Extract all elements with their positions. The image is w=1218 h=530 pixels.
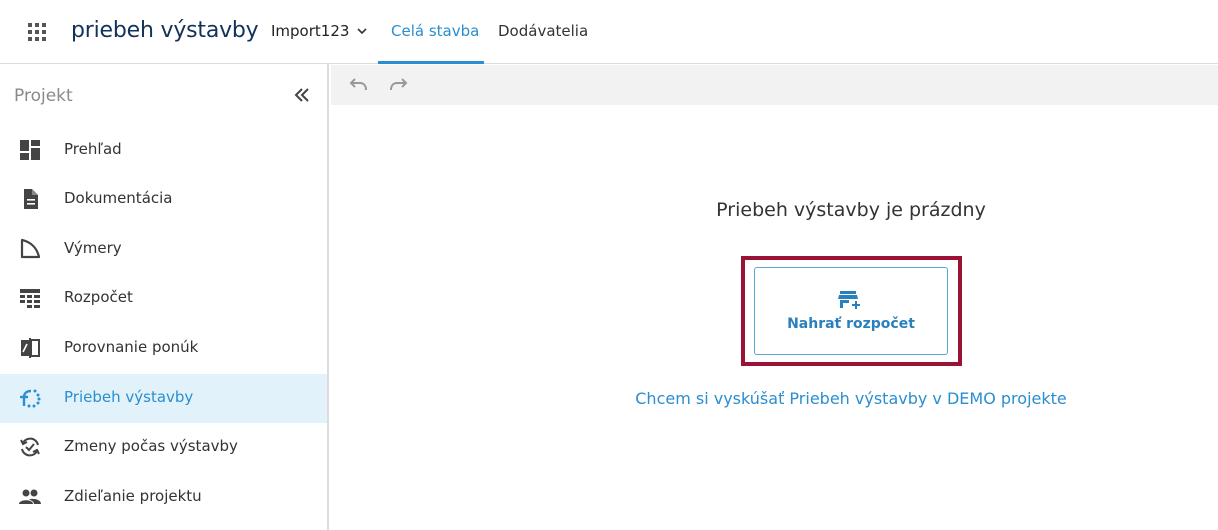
chevron-down-icon [357,27,367,34]
tab-cela-stavba[interactable]: Celá stavba [391,22,479,40]
document-icon [24,189,38,209]
sidebar-item-zdielanie[interactable]: Zdieľanie projektu [0,473,327,522]
collapse-sidebar-icon[interactable] [292,86,312,104]
progress-icon [20,389,41,408]
tab-dodavatelia[interactable]: Dodávatelia [498,22,588,40]
top-header: priebeh výstavby Import123 Celá stavba D… [0,0,1218,64]
measure-icon [20,238,41,259]
sidebar-item-zmeny[interactable]: Zmeny počas výstavby [0,423,327,472]
sidebar-item-label: Výmery [64,239,122,257]
sidebar-item-label: Porovnanie ponúk [64,338,199,356]
compare-icon [21,338,40,358]
upload-budget-label: Nahrať rozpočet [787,316,915,332]
project-select-value: Import123 [271,22,350,40]
active-tab-indicator [378,61,484,64]
apps-grid-icon[interactable] [28,23,46,41]
sidebar-item-prehlad[interactable]: Prehľad [0,126,327,175]
sidebar-item-rozpocet[interactable]: Rozpočet [0,274,327,323]
sidebar-item-label: Prehľad [64,140,122,158]
sidebar-item-priebeh-vystavby[interactable]: Priebeh výstavby [0,374,327,423]
dashboard-icon [20,140,40,160]
demo-project-link[interactable]: Chcem si vyskúšať Priebeh výstavby v DEM… [331,389,1218,408]
sidebar-title: Projekt [14,86,73,106]
sidebar-item-label: Dokumentácia [64,189,173,207]
sidebar-item-label: Zmeny počas výstavby [64,437,238,455]
sidebar-item-porovnanie-ponuk[interactable]: Porovnanie ponúk [0,324,327,373]
undo-icon[interactable] [347,77,369,95]
people-icon [19,489,41,504]
store-add-icon [838,291,860,309]
app-title: priebeh výstavby [71,18,259,43]
sidebar-item-dokumentacia[interactable]: Dokumentácia [0,175,327,224]
sidebar-item-label: Priebeh výstavby [64,388,194,406]
sidebar-item-label: Rozpočet [64,288,133,306]
redo-icon[interactable] [388,77,410,95]
empty-state-title: Priebeh výstavby je prázdny [716,199,986,221]
budget-table-icon [20,289,40,308]
upload-budget-button[interactable]: Nahrať rozpočet [754,267,948,355]
changes-icon [20,437,40,457]
sidebar-item-label: Zdieľanie projektu [64,487,202,505]
sidebar-item-vymery[interactable]: Výmery [0,225,327,274]
editor-toolbar [331,65,1218,105]
sidebar: Projekt Prehľad Dokumentácia Výmery Rozp… [0,64,329,530]
project-select[interactable]: Import123 [271,22,367,40]
